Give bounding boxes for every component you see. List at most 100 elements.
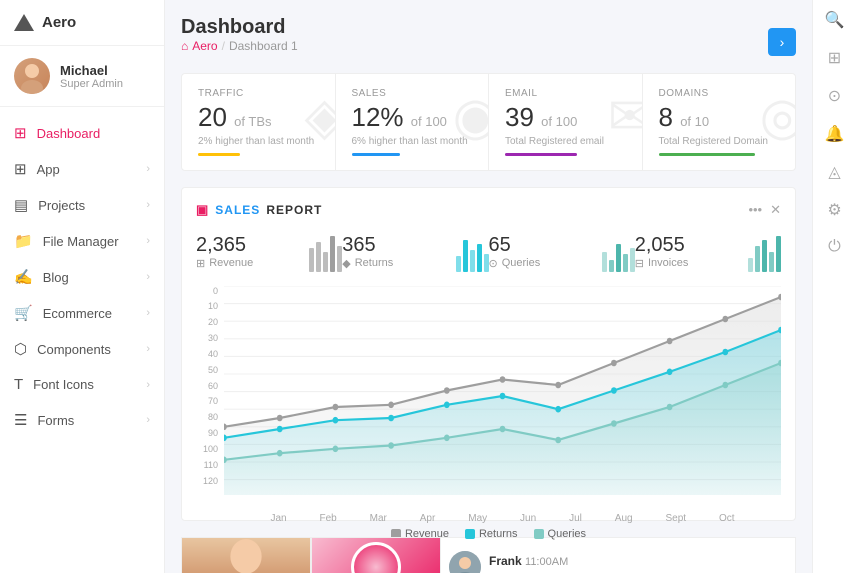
user-profile: Michael Super Admin <box>0 46 164 107</box>
content-area: Dashboard ⌂ Aero / Dashboard 1 › TRAFFIC… <box>165 0 812 573</box>
breadcrumb-home: ⌂ <box>181 39 188 53</box>
mini-chart <box>309 232 342 272</box>
report-title-accent: SALES <box>215 203 260 217</box>
stat-bar <box>659 153 755 156</box>
stat-sales: SALES 12% of 100 6% higher than last mon… <box>336 74 490 170</box>
chart-svg <box>224 286 781 506</box>
chevron-icon: › <box>146 343 150 355</box>
user-circle-icon[interactable]: ⊙ <box>828 86 841 106</box>
message-card: Frank 11:00AM ... <box>441 537 796 573</box>
stat-traffic: TRAFFIC 20 of TBs 2% higher than last mo… <box>182 74 336 170</box>
stat-email: EMAIL 39 of 100 Total Registered email ✉ <box>489 74 643 170</box>
stat-bg-icon: ◎ <box>760 91 795 143</box>
metric-label: ⊙ Queries <box>489 257 541 270</box>
stats-row: TRAFFIC 20 of TBs 2% higher than last mo… <box>181 73 796 171</box>
sidebar-item-label: File Manager <box>43 234 119 249</box>
icon-bar: 🔍 ⊞ ⊙ 🔔 ◬ ⚙ ⏻ <box>812 0 856 573</box>
stat-sub: 2% higher than last month <box>198 136 319 147</box>
metric-label: ◆ Returns <box>342 257 393 270</box>
metric-value: 2,055 <box>635 234 689 257</box>
metric-value: 65 <box>489 234 541 257</box>
sidebar: Aero Michael Super Admin ⊞ Dashboard ⊞ A… <box>0 0 165 573</box>
stat-value: 20 of TBs <box>198 103 319 132</box>
metric-returns: 365 ◆ Returns <box>342 232 488 272</box>
gear-icon[interactable]: ⚙ <box>827 200 841 220</box>
action-button[interactable]: › <box>768 28 796 56</box>
sidebar-item-label: Blog <box>43 270 69 285</box>
stat-bar <box>505 153 577 156</box>
person-card-2 <box>311 537 441 573</box>
dashboard-icon: ⊞ <box>14 124 27 142</box>
sidebar-item-label: Font Icons <box>33 377 94 392</box>
report-header: ▣ SALES REPORT ••• ✕ <box>196 202 781 218</box>
app-name: Aero <box>42 14 76 31</box>
line-chart: 1201101009080 7060504030 20100 <box>196 286 781 506</box>
sidebar-item-label: Components <box>37 342 111 357</box>
title-area: Dashboard ⌂ Aero / Dashboard 1 <box>181 16 298 67</box>
person-card-1: ☰ <box>181 537 311 573</box>
bottom-strip: ☰ Frank 11:00AM <box>181 537 796 573</box>
legend-label: Queries <box>548 528 587 540</box>
chevron-icon: › <box>146 199 150 211</box>
more-options-icon[interactable]: ••• <box>748 202 762 217</box>
stat-bg-icon: ✉ <box>608 91 643 143</box>
sidebar-item-app[interactable]: ⊞ App › <box>0 151 164 187</box>
chevron-icon: › <box>146 235 150 247</box>
sidebar-item-components[interactable]: ⬡ Components › <box>0 331 164 367</box>
breadcrumb-home-label: Aero <box>192 39 217 53</box>
sidebar-item-font-icons[interactable]: T Font Icons › <box>0 367 164 402</box>
sales-report-card: ▣ SALES REPORT ••• ✕ 2,365 ⊞ Revenue <box>181 187 796 521</box>
sidebar-item-ecommerce[interactable]: 🛒 Ecommerce › <box>0 295 164 331</box>
chevron-icon: › <box>146 271 150 283</box>
app-icon: ⊞ <box>14 160 27 178</box>
power-icon[interactable]: ⏻ <box>828 238 841 256</box>
search-icon[interactable]: 🔍 <box>825 10 845 30</box>
metric-value: 2,365 <box>196 234 253 257</box>
stat-bar <box>198 153 240 156</box>
sidebar-item-label: App <box>37 162 60 177</box>
metric-label: ⊟ Invoices <box>635 257 689 270</box>
message-text: ... <box>489 568 568 573</box>
font-icons-icon: T <box>14 376 23 393</box>
sidebar-item-projects[interactable]: ▤ Projects › <box>0 187 164 223</box>
x-axis-labels: JanFebMarApr MayJunJulAug SeptOct <box>224 513 781 524</box>
sidebar-item-label: Projects <box>38 198 85 213</box>
sidebar-item-file-manager[interactable]: 📁 File Manager › <box>0 223 164 259</box>
stat-bg-icon: ◈ <box>305 91 336 143</box>
close-icon[interactable]: ✕ <box>770 202 781 218</box>
layers-icon[interactable]: ◬ <box>828 162 840 182</box>
grid-icon[interactable]: ⊞ <box>828 48 841 68</box>
chevron-icon: › <box>146 307 150 319</box>
metric-invoices: 2,055 ⊟ Invoices <box>635 232 781 272</box>
metric-label: ⊞ Revenue <box>196 257 253 270</box>
projects-icon: ▤ <box>14 196 28 214</box>
metric-queries: 65 ⊙ Queries <box>489 232 635 272</box>
legend-returns: Returns <box>465 528 518 540</box>
msg-avatar <box>449 551 481 573</box>
stat-bar <box>352 153 400 156</box>
sidebar-item-dashboard[interactable]: ⊞ Dashboard <box>0 115 164 151</box>
user-role: Super Admin <box>60 78 123 90</box>
file-manager-icon: 📁 <box>14 232 33 250</box>
ecommerce-icon: 🛒 <box>14 304 33 322</box>
mini-chart <box>602 232 635 272</box>
blog-icon: ✍ <box>14 268 33 286</box>
report-metrics: 2,365 ⊞ Revenue <box>196 232 781 272</box>
sidebar-item-label: Forms <box>37 413 74 428</box>
metric-value: 365 <box>342 234 393 257</box>
legend-color <box>465 529 475 539</box>
y-axis: 1201101009080 7060504030 20100 <box>196 286 221 486</box>
stat-bg-icon: ◉ <box>453 91 489 143</box>
sidebar-item-blog[interactable]: ✍ Blog › <box>0 259 164 295</box>
sidebar-item-forms[interactable]: ☰ Forms › <box>0 402 164 438</box>
report-icon: ▣ <box>196 202 209 218</box>
bell-icon[interactable]: 🔔 <box>825 124 845 144</box>
sidebar-item-label: Dashboard <box>37 126 101 141</box>
breadcrumb-current: Dashboard 1 <box>229 39 298 53</box>
message-sender: Frank 11:00AM <box>489 554 568 568</box>
message-content: Frank 11:00AM ... <box>489 554 568 573</box>
main-content: Dashboard ⌂ Aero / Dashboard 1 › TRAFFIC… <box>165 0 812 573</box>
metric-revenue: 2,365 ⊞ Revenue <box>196 232 342 272</box>
legend-label: Returns <box>479 528 518 540</box>
breadcrumb-separator: / <box>222 39 225 53</box>
